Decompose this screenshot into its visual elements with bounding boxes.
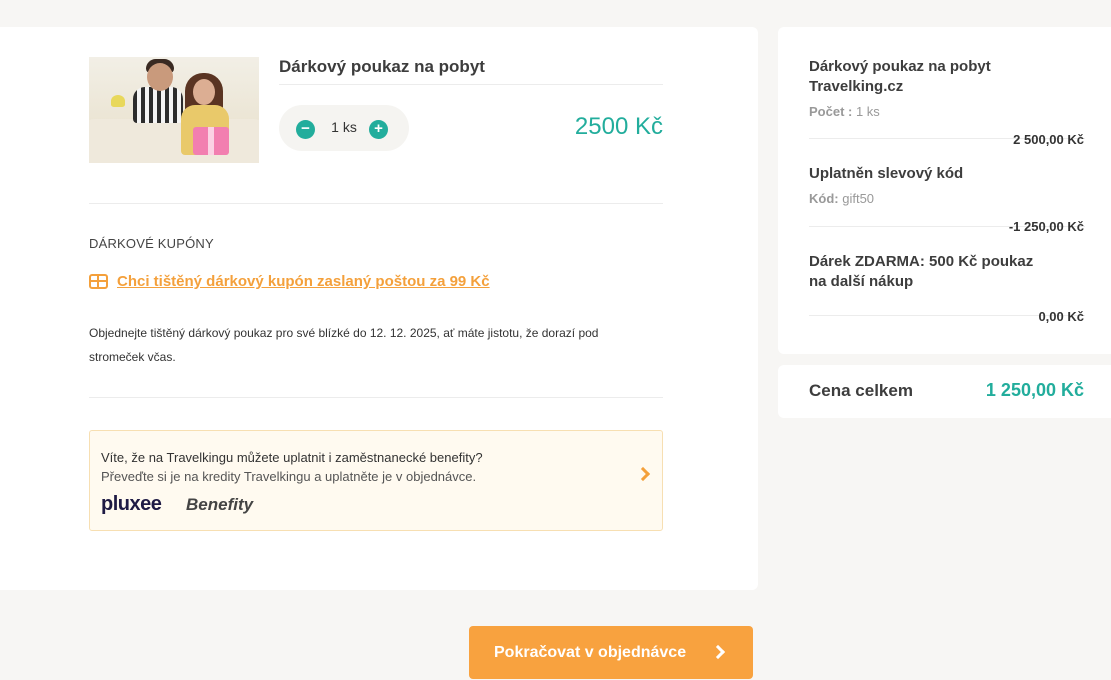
continue-order-button[interactable]: Pokračovat v objednávce <box>469 626 753 679</box>
chevron-right-icon <box>710 644 726 660</box>
summary-item-title: Uplatněn slevový kód <box>809 165 964 182</box>
pluxee-logo: pluxee <box>101 493 162 515</box>
summary-item-meta: Počet : 1 ks <box>809 104 880 119</box>
benefity-logo: Benefity <box>186 495 254 514</box>
continue-order-label: Pokračovat v objednávce <box>494 644 687 661</box>
printed-coupon-link-text[interactable]: Chci tištěný dárkový kupón zaslaný pošto… <box>117 273 490 290</box>
summary-item: Dárkový poukaz na pobyt Travelking.cz Po… <box>809 57 1085 119</box>
benefits-subtext: Převeďte si je na kredity Travelkingu a … <box>101 469 477 484</box>
summary-item-amount: 0,00 Kč <box>1038 309 1084 324</box>
coupon-note: Objednejte tištěný dárkový poukaz pro sv… <box>89 326 599 364</box>
summary-item-amount: -1 250,00 Kč <box>1008 219 1084 234</box>
product-price: 2500 Kč <box>574 113 663 140</box>
total-label: Cena celkem <box>809 381 913 400</box>
gift-voucher-icon <box>89 274 108 289</box>
summary-item-meta: Kód: gift50 <box>809 191 875 206</box>
divider <box>89 397 663 398</box>
cart-main-card: Dárkový poukaz na pobyt − 1 ks + 2500 Kč… <box>0 27 758 590</box>
summary-item-amount: 2 500,00 Kč <box>1013 132 1084 147</box>
product-title: Dárkový poukaz na pobyt <box>279 57 663 85</box>
summary-item-title: Dárkový poukaz na pobyt Travelking.cz <box>809 58 991 95</box>
quantity-stepper: − 1 ks + <box>279 105 409 151</box>
summary-item: Dárek ZDARMA: 500 Kč poukaz na další nák… <box>809 252 1085 292</box>
divider <box>89 203 663 204</box>
cart-product-row: Dárkový poukaz na pobyt − 1 ks + 2500 Kč <box>89 57 663 167</box>
printed-coupon-link[interactable]: Chci tištěný dárkový kupón zaslaný pošto… <box>89 273 490 290</box>
summary-item-title: Dárek ZDARMA: 500 Kč poukaz na další nák… <box>809 253 1034 290</box>
order-summary: Dárkový poukaz na pobyt Travelking.cz Po… <box>778 27 1111 354</box>
quantity-value: 1 ks <box>331 119 357 135</box>
chevron-right-icon <box>635 466 651 482</box>
product-image <box>89 57 259 163</box>
quantity-increase-button[interactable]: + <box>369 120 388 139</box>
coupons-heading: DÁRKOVÉ KUPÓNY <box>89 236 214 251</box>
order-total: Cena celkem 1 250,00 Kč <box>778 365 1111 418</box>
total-value: 1 250,00 Kč <box>985 380 1084 400</box>
summary-item: Uplatněn slevový kód Kód: gift50 <box>809 164 1085 206</box>
employee-benefits-banner[interactable]: Víte, že na Travelkingu můžete uplatnit … <box>89 430 663 531</box>
benefits-headline: Víte, že na Travelkingu můžete uplatnit … <box>101 450 483 465</box>
quantity-decrease-button[interactable]: − <box>296 120 315 139</box>
